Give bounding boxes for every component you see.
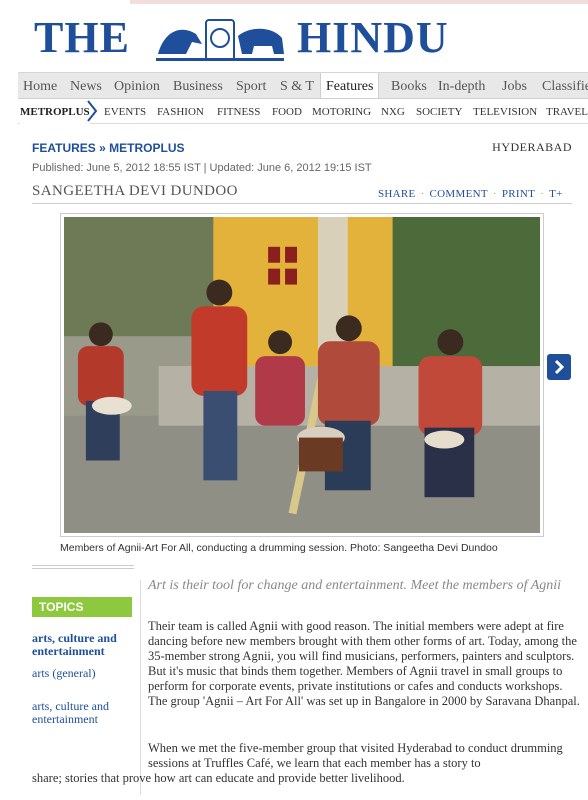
tools-separator: · <box>492 188 497 200</box>
subnav-fashion[interactable]: FASHION <box>157 99 204 124</box>
breadcrumb-separator: » <box>99 141 106 155</box>
next-photo-button[interactable] <box>547 354 571 380</box>
sub-nav: METROPLUS EVENTS FASHION FITNESS FOOD MO… <box>18 98 588 124</box>
photo-caption: Members of Agnii-Art For All, conducting… <box>60 542 498 554</box>
byline[interactable]: SANGEETHA DEVI DUNDOO <box>32 183 238 200</box>
comment-button[interactable]: COMMENT <box>430 188 488 200</box>
masthead-the: THE <box>34 13 130 62</box>
topic-link-main[interactable]: arts, culture and entertainment <box>32 632 136 658</box>
nav-news[interactable]: News <box>70 73 102 99</box>
chevron-right-icon <box>554 359 565 375</box>
tools-separator: · <box>540 188 545 200</box>
nav-jobs[interactable]: Jobs <box>502 73 527 99</box>
publish-dates: Published: June 5, 2012 18:55 IST | Upda… <box>32 162 372 174</box>
column-divider <box>140 580 141 795</box>
topics-heading: TOPICS <box>32 597 132 617</box>
masthead[interactable]: THE HINDU <box>0 6 588 68</box>
share-button[interactable]: SHARE <box>378 188 416 200</box>
subnav-metroplus[interactable]: METROPLUS <box>20 99 90 124</box>
breadcrumb: FEATURES » METROPLUS <box>32 141 185 155</box>
divider <box>32 568 134 569</box>
print-button[interactable]: PRINT <box>502 188 535 200</box>
divider <box>32 565 134 566</box>
subnav-food[interactable]: FOOD <box>272 99 302 124</box>
main-nav: Home News Opinion Business Sport S & T F… <box>18 72 588 99</box>
nav-st[interactable]: S & T <box>280 73 314 99</box>
article-photo <box>64 217 540 533</box>
subnav-travel[interactable]: TRAVEL <box>546 99 588 124</box>
article-paragraph-continued: share; stories that prove how art can ed… <box>32 771 405 785</box>
nav-business[interactable]: Business <box>173 73 223 99</box>
article-standfirst: Art is their tool for change and enterta… <box>148 578 562 593</box>
tools-separator: · <box>420 188 425 200</box>
top-strip-accent <box>130 0 588 4</box>
subnav-events[interactable]: EVENTS <box>104 99 146 124</box>
breadcrumb-metroplus[interactable]: METROPLUS <box>109 141 184 155</box>
nav-classifieds[interactable]: Classifie <box>542 73 588 99</box>
topic-link[interactable]: arts (general) <box>32 666 96 681</box>
subnav-nxg[interactable]: NXG <box>381 99 405 124</box>
topic-link[interactable]: arts, culture and entertainment <box>32 700 136 726</box>
divider <box>32 203 572 204</box>
subnav-society[interactable]: SOCIETY <box>416 99 462 124</box>
nav-in-depth[interactable]: In-depth <box>438 73 485 99</box>
text-size-button[interactable]: T+ <box>549 188 563 200</box>
nav-opinion[interactable]: Opinion <box>114 73 160 99</box>
nav-features[interactable]: Features <box>320 73 380 99</box>
subnav-motoring[interactable]: MOTORING <box>312 99 371 124</box>
article-paragraph: Their team is called Agnii with good rea… <box>148 619 580 708</box>
masthead-emblem-icon <box>156 19 284 61</box>
subnav-television[interactable]: TELEVISION <box>473 99 537 124</box>
nav-home[interactable]: Home <box>23 73 57 99</box>
nav-sport[interactable]: Sport <box>236 73 266 99</box>
article-photo-frame <box>60 213 544 537</box>
chevron-right-icon <box>87 100 98 122</box>
dateline-location: HYDERABAD <box>492 140 572 154</box>
subnav-fitness[interactable]: FITNESS <box>217 99 260 124</box>
breadcrumb-features[interactable]: FEATURES <box>32 141 96 155</box>
article-paragraph: When we met the five-member group that v… <box>148 741 563 770</box>
masthead-hindu: HINDU <box>297 13 449 62</box>
article-tools: SHARE · COMMENT · PRINT · T+ <box>378 188 563 200</box>
nav-books[interactable]: Books <box>391 73 427 99</box>
